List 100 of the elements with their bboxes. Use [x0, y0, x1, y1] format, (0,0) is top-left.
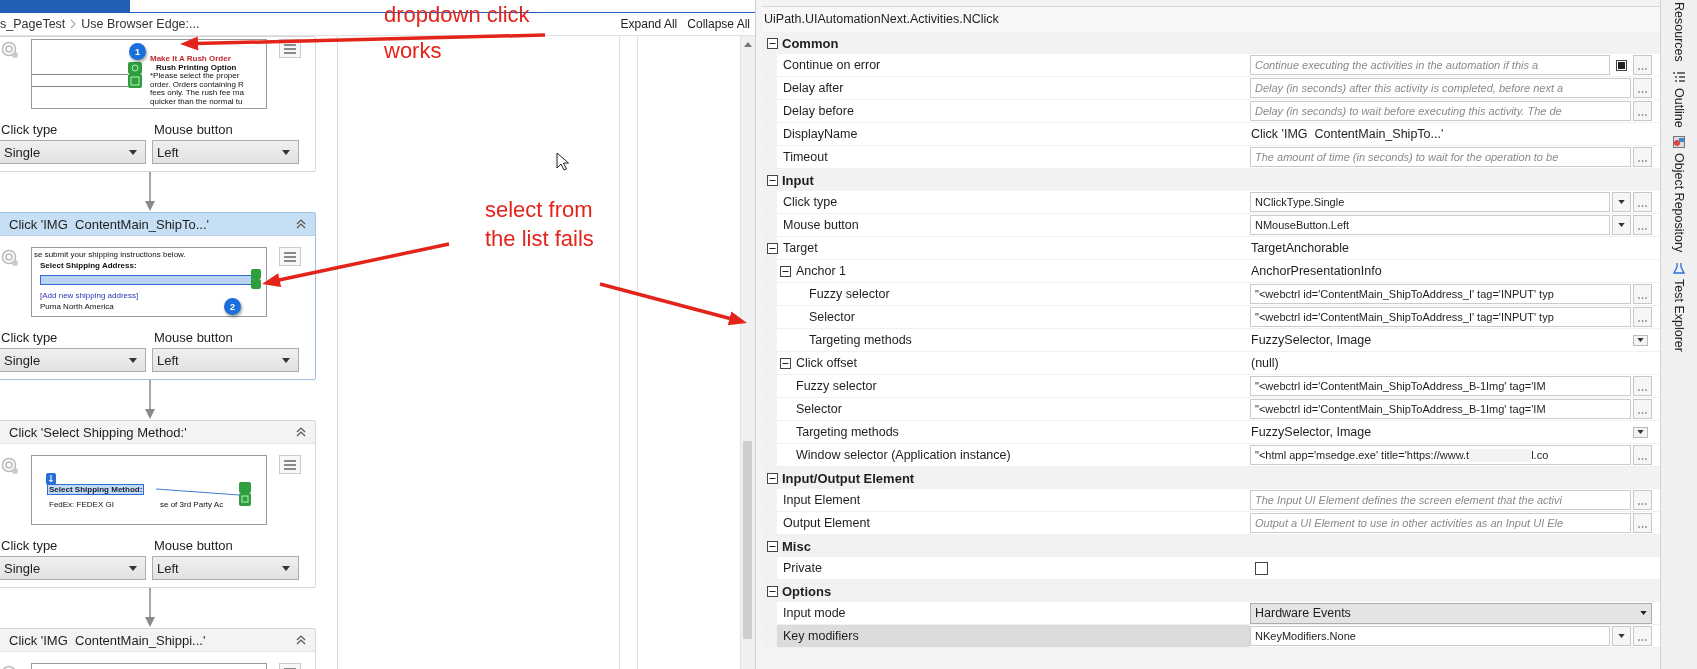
target-icon[interactable]: [1, 41, 19, 59]
expand-all-button[interactable]: Expand All: [615, 17, 683, 31]
breadcrumb-item[interactable]: s_PageTest: [0, 17, 66, 31]
dropdown-field[interactable]: Left: [152, 140, 299, 164]
collapse-icon[interactable]: [767, 174, 778, 186]
property-row[interactable]: Continue on error Continue executing the activities in the automation if this a: [762, 54, 1660, 77]
menu-button[interactable]: [279, 455, 301, 474]
value-field[interactable]: "<webctrl id='ContentMain_ShipToAddress_B-1Img' tag='IM: [1250, 376, 1631, 396]
dropdown-field[interactable]: Hardware Events: [1250, 602, 1652, 624]
property-row[interactable]: Target TargetAnchorable: [762, 237, 1660, 260]
property-row[interactable]: Output Element Output a UI Element to use in other activities as an Input UI Ele: [762, 512, 1660, 535]
property-row[interactable]: DisplayName Click 'IMG ContentMain_ShipTo...': [762, 123, 1660, 146]
collapse-icon[interactable]: [767, 37, 778, 49]
collapse-icon[interactable]: [295, 634, 307, 646]
collapse-icon[interactable]: [767, 585, 778, 597]
collapse-icon[interactable]: [295, 426, 307, 438]
value-field[interactable]: "<webctrl id='ContentMain_ShipToAddress_B-1Img' tag='IM: [1250, 399, 1631, 419]
property-row[interactable]: Selector "<webctrl id='ContentMain_ShipToAddress_I' tag='INPUT' typ: [762, 306, 1660, 329]
dropdown-field[interactable]: Left: [152, 348, 299, 372]
dropdown-button[interactable]: [1612, 215, 1631, 235]
value-field[interactable]: Delay (in seconds) to wait before executing this activity. The de: [1250, 101, 1631, 121]
collapse-icon[interactable]: [780, 265, 791, 277]
toggle-checkbox[interactable]: [1616, 59, 1627, 71]
property-row[interactable]: Input Element The Input UI Element defines the screen element that the activi: [762, 489, 1660, 512]
property-row[interactable]: Timeout The amount of time (in seconds) to wait for the operation to be: [762, 146, 1660, 169]
collapse-icon[interactable]: [767, 242, 778, 254]
browse-button[interactable]: [1633, 490, 1652, 510]
property-row[interactable]: Delay after Delay (in seconds) after this activity is completed, before next a: [762, 77, 1660, 100]
target-icon[interactable]: [1, 249, 19, 267]
activity-header[interactable]: Click 'IMG ContentMain_Shippi...': [0, 629, 315, 652]
side-tab[interactable]: Outline: [1672, 70, 1686, 128]
target-icon[interactable]: [1, 457, 19, 475]
property-value: TargetAnchorable: [1250, 241, 1349, 255]
browse-button[interactable]: [1633, 101, 1652, 121]
value-field[interactable]: NKeyModifiers.None: [1250, 626, 1610, 646]
property-row[interactable]: Fuzzy selector "<webctrl id='ContentMain_ShipToAddress_I' tag='INPUT' typ: [762, 283, 1660, 306]
property-row[interactable]: Targeting methods FuzzySelector, Image: [762, 421, 1660, 444]
property-value[interactable]: FuzzySelector, Image: [1250, 425, 1631, 439]
caret-icon: [1618, 634, 1625, 638]
value-field[interactable]: Output a UI Element to use in other activities as an Input UI Ele: [1250, 513, 1631, 533]
browse-button[interactable]: [1633, 78, 1652, 98]
dropdown-button[interactable]: [1633, 426, 1648, 438]
value-field[interactable]: NClickType.Single: [1250, 192, 1610, 212]
checkbox[interactable]: [1255, 561, 1268, 575]
property-row[interactable]: Click offset (null): [762, 352, 1660, 375]
browse-button[interactable]: [1633, 284, 1652, 304]
property-row[interactable]: Mouse button NMouseButton.Left: [762, 214, 1660, 237]
property-row[interactable]: Anchor 1 AnchorPresentationInfo: [762, 260, 1660, 283]
value-field[interactable]: "<webctrl id='ContentMain_ShipToAddress_I' tag='INPUT' typ: [1250, 284, 1631, 304]
activity-header[interactable]: Click 'IMG ContentMain_ShipTo...': [0, 213, 315, 236]
dropdown-field[interactable]: Single: [0, 556, 146, 580]
side-tab[interactable]: Object Repository: [1672, 136, 1686, 253]
dropdown-field[interactable]: Left: [152, 556, 299, 580]
property-row[interactable]: Delay before Delay (in seconds) to wait before executing this activity. The de: [762, 100, 1660, 123]
side-tab[interactable]: Resources: [1672, 2, 1686, 62]
scrollbar[interactable]: [740, 36, 755, 669]
browse-button[interactable]: [1633, 55, 1652, 75]
property-row[interactable]: Input mode Hardware Events: [762, 602, 1660, 625]
browse-button[interactable]: [1633, 307, 1652, 327]
dropdown-button[interactable]: [1612, 192, 1631, 212]
property-row[interactable]: Window selector (Application instance) "<html app='msedge.exe' title='https://www.t l.co: [762, 444, 1660, 467]
value-field[interactable]: Continue executing the activities in the automation if this a: [1250, 55, 1610, 75]
property-row[interactable]: Click type NClickType.Single: [762, 191, 1660, 214]
breadcrumb-item[interactable]: Use Browser Edge:...: [81, 17, 200, 31]
value-field[interactable]: NMouseButton.Left: [1250, 215, 1610, 235]
collapse-icon[interactable]: [780, 357, 791, 369]
preview-text: *Please select the proper: [150, 72, 240, 80]
activity-card[interactable]: Make It A Rush Order Rush Printing Option *Please select the proper order. Orders containing R fees only. The rush fee ma quicker than the normal tu 1 Click type Mouse button Single Left: [0, 36, 316, 172]
dropdown-button[interactable]: [1633, 334, 1648, 346]
browse-button[interactable]: [1633, 147, 1652, 167]
dropdown-field[interactable]: Single: [0, 348, 146, 372]
scrollbar-thumb[interactable]: [743, 441, 752, 639]
value-field[interactable]: Delay (in seconds) after this activity is completed, before next a: [1250, 78, 1631, 98]
collapse-all-button[interactable]: Collapse All: [682, 17, 755, 31]
activity-card[interactable]: Click 'Select Shipping Method:' Select Shipping Method: FedEx: FEDEX GI se of 3rd Party Ac Click type Mouse button Single Left: [0, 420, 316, 588]
property-value[interactable]: FuzzySelector, Image: [1250, 333, 1631, 347]
menu-button[interactable]: [279, 247, 301, 266]
value-field[interactable]: The Input UI Element defines the screen element that the activi: [1250, 490, 1631, 510]
activity-card[interactable]: Click 'IMG ContentMain_Shippi...': [0, 628, 316, 669]
collapse-icon[interactable]: [767, 472, 778, 484]
side-tab[interactable]: Test Explorer: [1672, 261, 1686, 352]
value-field[interactable]: The amount of time (in seconds) to wait for the operation to be: [1250, 147, 1631, 167]
dropdown-button[interactable]: [1612, 626, 1631, 646]
activity-card[interactable]: Click 'IMG ContentMain_ShipTo...' se submit your shipping instructions below. Select Shipping Address: [Add new shipping address] Puma North America 2 Click type Mouse button Single Left: [0, 212, 316, 380]
property-row[interactable]: Selector "<webctrl id='ContentMain_ShipToAddress_B-1Img' tag='IM: [762, 398, 1660, 421]
property-row[interactable]: Key modifiers NKeyModifiers.None: [762, 625, 1660, 648]
value-field[interactable]: "<html app='msedge.exe' title='https://www.t l.co: [1250, 445, 1631, 465]
scroll-up-icon[interactable]: [744, 42, 752, 47]
collapse-icon[interactable]: [767, 540, 778, 552]
property-row[interactable]: Targeting methods FuzzySelector, Image: [762, 329, 1660, 352]
property-label: Timeout: [783, 150, 828, 164]
browse-button[interactable]: [1633, 376, 1652, 396]
property-row[interactable]: Private: [762, 557, 1660, 580]
browse-button[interactable]: [1633, 513, 1652, 533]
value-field[interactable]: "<webctrl id='ContentMain_ShipToAddress_I' tag='INPUT' typ: [1250, 307, 1631, 327]
dropdown-field[interactable]: Single: [0, 140, 146, 164]
activity-header[interactable]: Click 'Select Shipping Method:': [0, 421, 315, 444]
property-row[interactable]: Fuzzy selector "<webctrl id='ContentMain_ShipToAddress_B-1Img' tag='IM: [762, 375, 1660, 398]
browse-button[interactable]: [1633, 445, 1652, 465]
browse-button[interactable]: [1633, 399, 1652, 419]
